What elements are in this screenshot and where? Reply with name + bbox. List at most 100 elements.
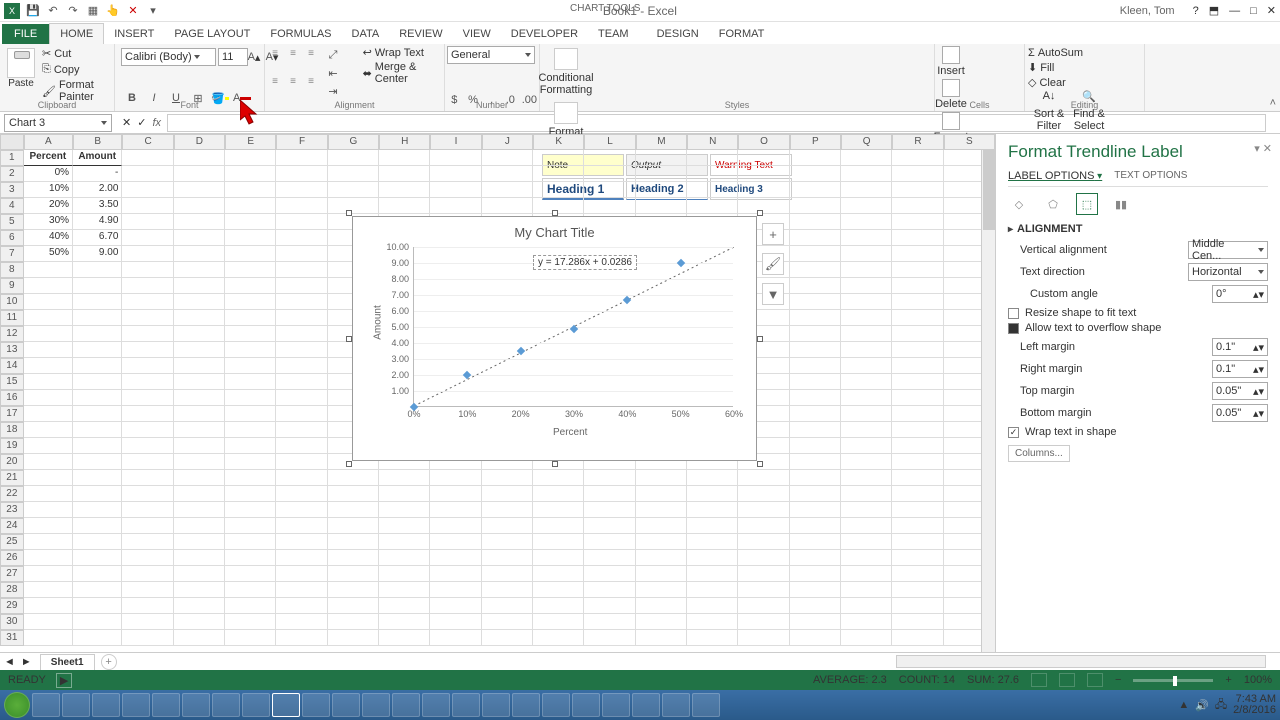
cell[interactable] [687,614,738,630]
pane-effects-icon[interactable]: ⬠ [1042,193,1064,215]
columns-button[interactable]: Columns... [1008,445,1070,462]
cell[interactable] [790,246,841,262]
cell[interactable] [841,326,892,342]
cell[interactable] [174,150,225,166]
cell[interactable] [276,246,327,262]
cell[interactable] [482,550,533,566]
row-header[interactable]: 16 [0,390,24,406]
autosum-button[interactable]: ΣAutoSum [1027,46,1142,60]
tab-view[interactable]: VIEW [453,24,501,44]
cell[interactable]: - [73,166,122,182]
cell[interactable] [174,326,225,342]
cell[interactable] [533,518,584,534]
cell[interactable] [687,486,738,502]
cell[interactable] [636,566,687,582]
row-header[interactable]: 3 [0,182,24,198]
cell[interactable] [73,454,122,470]
cell[interactable] [276,534,327,550]
cell[interactable] [276,342,327,358]
cell[interactable] [73,278,122,294]
cell[interactable] [841,438,892,454]
cell[interactable] [276,166,327,182]
cell[interactable] [790,278,841,294]
taskbar-app[interactable] [392,693,420,717]
cell[interactable] [122,326,173,342]
left-margin-input[interactable]: 0.1"▴▾ [1212,338,1268,356]
cell[interactable] [533,470,584,486]
cell[interactable] [24,582,73,598]
cell[interactable] [790,358,841,374]
cell[interactable] [225,502,276,518]
cut-button[interactable]: ✂Cut [40,46,114,61]
cell[interactable]: 4.90 [73,214,122,230]
cell[interactable] [584,582,635,598]
tray-icon[interactable]: ▲ [1178,699,1189,711]
cell[interactable] [841,374,892,390]
cell[interactable] [328,566,379,582]
cell[interactable] [24,566,73,582]
cell[interactable] [790,502,841,518]
cell[interactable] [841,566,892,582]
cell[interactable] [122,630,173,646]
cell[interactable] [841,166,892,182]
taskbar-app[interactable] [182,693,210,717]
cell[interactable] [174,166,225,182]
cell[interactable] [24,502,73,518]
cell[interactable] [892,246,943,262]
tab-formulas[interactable]: FORMULAS [260,24,341,44]
row-header[interactable]: 13 [0,342,24,358]
cell[interactable] [122,214,173,230]
cell[interactable] [636,486,687,502]
cell[interactable] [328,182,379,198]
cell[interactable] [841,550,892,566]
cell[interactable] [790,198,841,214]
row-header[interactable]: 28 [0,582,24,598]
row-header[interactable]: 30 [0,614,24,630]
cell[interactable] [24,598,73,614]
text-direction-select[interactable]: Horizontal [1188,263,1268,281]
conditional-formatting-button[interactable]: Conditional Formatting [542,46,590,96]
cell[interactable] [533,534,584,550]
cell[interactable] [73,406,122,422]
cell[interactable] [790,326,841,342]
cell[interactable] [276,582,327,598]
pane-size-icon[interactable]: ⬚ [1076,193,1098,215]
taskbar-app[interactable] [122,693,150,717]
cell[interactable] [738,166,789,182]
redo-icon[interactable]: ↷ [66,4,80,18]
cell[interactable] [73,374,122,390]
cell[interactable] [122,182,173,198]
cell[interactable] [584,614,635,630]
cell[interactable] [892,438,943,454]
cell[interactable] [687,182,738,198]
cell[interactable] [892,630,943,646]
collapse-ribbon-icon[interactable]: ˄ [1270,97,1276,109]
tab-insert[interactable]: INSERT [104,24,164,44]
cell[interactable] [73,262,122,278]
cell[interactable] [122,150,173,166]
align-mid-icon[interactable]: ≡ [285,46,301,60]
tab-developer[interactable]: DEVELOPER [501,24,588,44]
cell[interactable] [533,550,584,566]
row-header[interactable]: 31 [0,630,24,646]
cell[interactable] [533,630,584,646]
column-header[interactable]: S [944,134,995,150]
cell[interactable] [790,598,841,614]
cell[interactable] [276,470,327,486]
tray-clock[interactable]: 7:43 AM2/8/2016 [1233,694,1276,716]
overflow-checkbox[interactable] [1008,323,1019,334]
cell[interactable] [636,518,687,534]
taskbar-app[interactable] [62,693,90,717]
cell[interactable] [892,390,943,406]
cell[interactable] [174,390,225,406]
cell[interactable] [225,150,276,166]
cell[interactable] [328,582,379,598]
cell[interactable] [122,246,173,262]
cell[interactable] [687,550,738,566]
cell[interactable] [790,230,841,246]
column-header[interactable]: K [533,134,584,150]
cell[interactable] [430,166,481,182]
cell[interactable] [122,454,173,470]
cell[interactable] [790,534,841,550]
cell[interactable] [841,582,892,598]
